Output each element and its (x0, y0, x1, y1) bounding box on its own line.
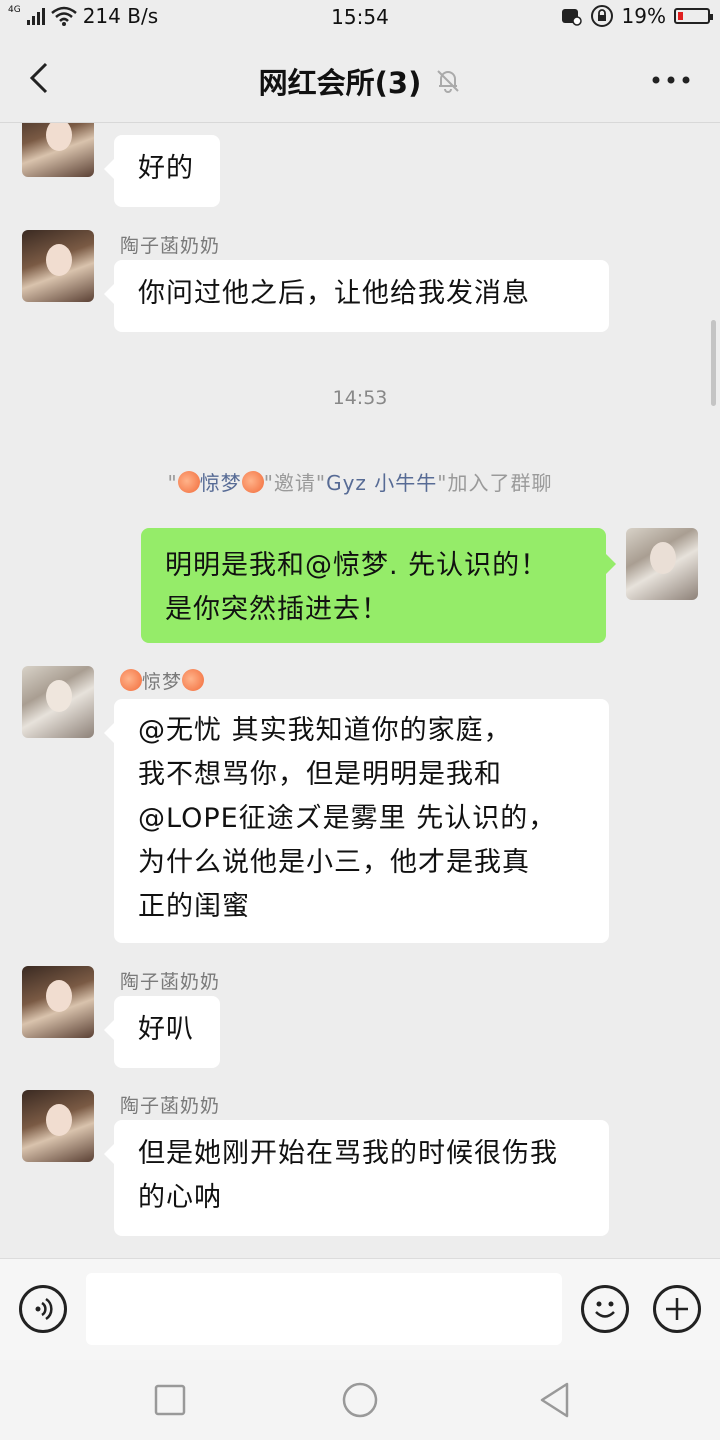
system-message: " 惊梦 "邀请"Gyz 小牛牛"加入了群聊 (0, 467, 720, 496)
chat-title: 网红会所(3) (258, 66, 422, 100)
message-line: @无忧 其实我知道你的家庭， (138, 715, 512, 746)
sender-name: 惊梦 (120, 667, 205, 694)
circle-icon[interactable] (340, 1380, 380, 1420)
mute-bell-icon (437, 70, 460, 93)
back-triangle-icon[interactable] (534, 1380, 574, 1420)
chat-header: 网红会所(3) (0, 36, 720, 123)
avatar[interactable] (22, 123, 94, 177)
title-group: 网红会所(3) (0, 60, 720, 102)
avatar[interactable] (22, 666, 94, 738)
system-navigation (0, 1360, 720, 1440)
message-line: 正的闺蜜 (138, 891, 250, 922)
emoji-icon (595, 1301, 615, 1318)
sender-name: 陶子菡奶奶 (120, 235, 221, 257)
message-line: 为什么说他是小三，他才是我真 (138, 847, 530, 878)
avatar[interactable] (22, 966, 94, 1038)
peach-icon (241, 471, 264, 493)
rotation-lock-icon (590, 5, 613, 27)
message-line: 是你突然插进去！ (165, 594, 389, 625)
message-line: 我不想骂你，但是明明是我和 (138, 759, 502, 790)
peach-icon (182, 669, 205, 691)
avatar[interactable] (22, 1090, 94, 1162)
sender-name: 陶子菡奶奶 (120, 971, 221, 993)
emoji-button[interactable] (581, 1285, 629, 1333)
battery-icon (674, 8, 713, 24)
message-line: 的心呐 (138, 1182, 222, 1213)
message-bubble[interactable]: 但是她刚开始在骂我的时候很伤我 的心呐 (104, 1120, 609, 1236)
message-line: 但是她刚开始在骂我的时候很伤我 (138, 1138, 558, 1169)
battery-percent: 19% (621, 4, 666, 28)
system-name-link[interactable]: Gyz 小牛牛 (326, 471, 437, 495)
system-text: "加入了群聊 (437, 471, 553, 495)
status-right: 19% (560, 4, 713, 28)
self-avatar[interactable] (626, 528, 698, 600)
status-bar: 4G 214 B/s 15:54 19% (0, 0, 720, 36)
notification-icon (561, 9, 582, 26)
message-bubble[interactable]: 好叭 (104, 996, 220, 1068)
battery-fill (678, 12, 683, 20)
voice-button[interactable] (19, 1285, 67, 1333)
square-icon[interactable] (152, 1382, 188, 1418)
more-dots-icon[interactable] (648, 62, 694, 98)
plus-button[interactable] (653, 1285, 701, 1333)
self-message-bubble[interactable]: 明明是我和@惊梦. 先认识的！ 是你突然插进去！ (141, 528, 616, 643)
voice-icon (35, 1297, 53, 1321)
sender-name: 陶子菡奶奶 (120, 1095, 221, 1117)
message-list[interactable]: 好的 陶子菡奶奶 你问过他之后，让他给我发消息 14:53 " 惊梦 "邀请"Gyz… (0, 123, 720, 1258)
system-text: "邀请" (263, 471, 327, 495)
message-line: @LOPE征途ズ是雾里 先认识的， (138, 803, 557, 834)
peach-icon (120, 669, 142, 691)
message-line: 明明是我和@惊梦. 先认识的！ (165, 550, 549, 581)
system-name-link[interactable]: 惊梦 (200, 471, 242, 495)
system-quote: " (167, 471, 178, 495)
sender-name-text: 惊梦 (142, 671, 183, 693)
message-input[interactable] (86, 1273, 562, 1345)
input-bar (0, 1258, 720, 1361)
time-divider: 14:53 (332, 387, 388, 409)
plus-icon (666, 1298, 688, 1320)
message-bubble[interactable]: 你问过他之后，让他给我发消息 (104, 260, 609, 332)
message-bubble[interactable]: 好的 (104, 135, 220, 207)
avatar[interactable] (22, 230, 94, 302)
scrollbar[interactable] (711, 320, 716, 406)
peach-icon (177, 471, 200, 493)
message-bubble[interactable]: @无忧 其实我知道你的家庭， 我不想骂你，但是明明是我和 @LOPE征途ズ是雾里… (104, 699, 609, 943)
